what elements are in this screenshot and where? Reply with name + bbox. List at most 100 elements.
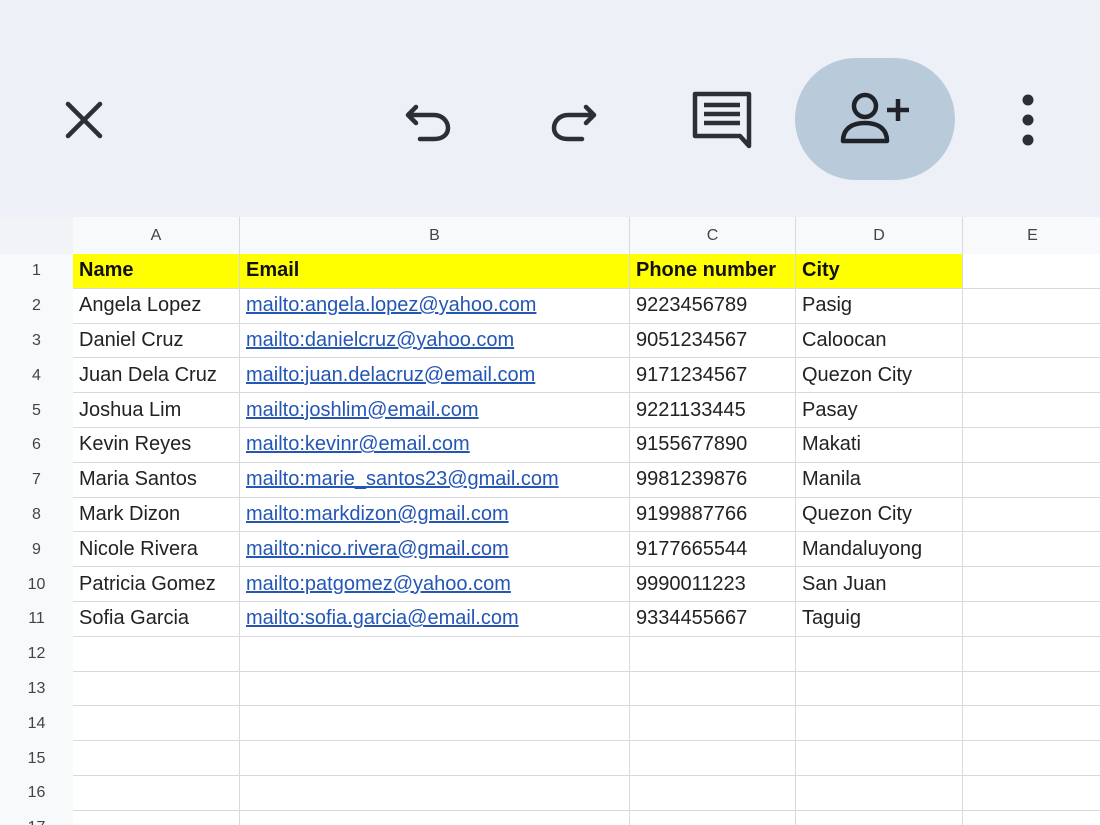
empty-cell[interactable]	[796, 636, 963, 672]
row-header-10[interactable]: 10	[0, 567, 73, 602]
empty-cell[interactable]	[73, 776, 240, 811]
empty-cell[interactable]	[963, 741, 1100, 776]
cell-name[interactable]: Angela Lopez	[73, 288, 240, 324]
comment-button[interactable]	[686, 84, 758, 156]
email-link[interactable]: mailto:nico.rivera@gmail.com	[246, 538, 509, 561]
empty-cell[interactable]	[963, 463, 1100, 498]
more-options-button[interactable]	[1004, 90, 1052, 150]
email-link[interactable]: mailto:danielcruz@yahoo.com	[246, 329, 514, 352]
cell-phone[interactable]: 9221133445	[630, 393, 796, 428]
column-header-e[interactable]: E	[963, 217, 1100, 254]
empty-cell[interactable]	[240, 706, 630, 742]
empty-cell[interactable]	[240, 636, 630, 672]
cell-name[interactable]: Patricia Gomez	[73, 567, 240, 602]
cell-phone[interactable]: 9155677890	[630, 428, 796, 463]
email-link[interactable]: mailto:marie_santos23@gmail.com	[246, 468, 559, 491]
empty-cell[interactable]	[796, 741, 963, 776]
empty-cell[interactable]	[963, 811, 1100, 825]
column-header-a[interactable]: A	[73, 217, 240, 254]
cell-email[interactable]: mailto:joshlim@email.com	[240, 393, 630, 428]
cell-name[interactable]: Sofia Garcia	[73, 602, 240, 637]
redo-button[interactable]	[544, 90, 604, 150]
empty-cell[interactable]	[240, 671, 630, 707]
row-header-15[interactable]: 15	[0, 741, 73, 776]
cell-email[interactable]: mailto:angela.lopez@yahoo.com	[240, 288, 630, 324]
row-header-3[interactable]: 3	[0, 323, 73, 359]
header-cell-email[interactable]: Email	[240, 254, 630, 289]
cell-phone[interactable]: 9177665544	[630, 532, 796, 568]
empty-cell[interactable]	[796, 706, 963, 742]
empty-cell[interactable]	[240, 776, 630, 811]
undo-button[interactable]	[398, 90, 458, 150]
row-header-11[interactable]: 11	[0, 602, 73, 637]
cell-phone[interactable]: 9223456789	[630, 288, 796, 324]
empty-cell[interactable]	[796, 810, 963, 825]
row-header-1[interactable]: 1	[0, 254, 73, 289]
cell-email[interactable]: mailto:juan.delacruz@email.com	[240, 358, 630, 394]
empty-cell[interactable]	[963, 637, 1100, 672]
empty-cell[interactable]	[963, 428, 1100, 463]
cell-name[interactable]: Nicole Rivera	[73, 532, 240, 568]
row-header-6[interactable]: 6	[0, 428, 73, 463]
cell-phone[interactable]: 9171234567	[630, 358, 796, 394]
empty-cell[interactable]	[963, 706, 1100, 742]
empty-cell[interactable]	[796, 671, 963, 707]
row-header-5[interactable]: 5	[0, 393, 73, 428]
cell-email[interactable]: mailto:sofia.garcia@email.com	[240, 602, 630, 637]
cell-name[interactable]: Juan Dela Cruz	[73, 358, 240, 394]
column-header-b[interactable]: B	[240, 217, 630, 254]
row-header-16[interactable]: 16	[0, 776, 73, 811]
cell-phone[interactable]: 9981239876	[630, 462, 796, 498]
empty-cell[interactable]	[963, 498, 1100, 533]
row-header-12[interactable]: 12	[0, 636, 73, 672]
cell-email[interactable]: mailto:markdizon@gmail.com	[240, 497, 630, 533]
cell-city[interactable]: San Juan	[796, 567, 963, 602]
email-link[interactable]: mailto:joshlim@email.com	[246, 399, 479, 422]
empty-cell[interactable]	[963, 776, 1100, 811]
row-header-9[interactable]: 9	[0, 532, 73, 568]
email-link[interactable]: mailto:kevinr@email.com	[246, 433, 470, 456]
row-header-4[interactable]: 4	[0, 358, 73, 394]
cell-city[interactable]: Mandaluyong	[796, 532, 963, 568]
row-header-17[interactable]: 17	[0, 810, 73, 825]
cell-name[interactable]: Mark Dizon	[73, 497, 240, 533]
header-cell-phone[interactable]: Phone number	[630, 254, 796, 289]
cell-phone[interactable]: 9334455667	[630, 602, 796, 637]
cell-email[interactable]: mailto:danielcruz@yahoo.com	[240, 323, 630, 359]
select-all-corner[interactable]	[0, 217, 73, 254]
cell-city[interactable]: Pasay	[796, 393, 963, 428]
cell-phone[interactable]: 9990011223	[630, 567, 796, 602]
cell-city[interactable]: Manila	[796, 462, 963, 498]
empty-cell[interactable]	[963, 602, 1100, 637]
row-header-14[interactable]: 14	[0, 706, 73, 742]
empty-cell[interactable]	[73, 741, 240, 776]
empty-cell[interactable]	[963, 289, 1100, 324]
cell-email[interactable]: mailto:patgomez@yahoo.com	[240, 567, 630, 602]
cell-name[interactable]: Kevin Reyes	[73, 428, 240, 463]
column-header-c[interactable]: C	[630, 217, 796, 254]
cell-email[interactable]: mailto:kevinr@email.com	[240, 428, 630, 463]
email-link[interactable]: mailto:sofia.garcia@email.com	[246, 607, 519, 630]
empty-cell[interactable]	[963, 393, 1100, 428]
empty-cell[interactable]	[630, 776, 796, 811]
cell-phone[interactable]: 9199887766	[630, 497, 796, 533]
row-header-8[interactable]: 8	[0, 497, 73, 533]
empty-cell[interactable]	[73, 810, 240, 825]
empty-cell[interactable]	[630, 671, 796, 707]
column-header-d[interactable]: D	[796, 217, 963, 254]
empty-cell[interactable]	[796, 776, 963, 811]
email-link[interactable]: mailto:juan.delacruz@email.com	[246, 364, 535, 387]
empty-cell[interactable]	[963, 672, 1100, 707]
cell-email[interactable]: mailto:nico.rivera@gmail.com	[240, 532, 630, 568]
cell-name[interactable]: Daniel Cruz	[73, 323, 240, 359]
empty-cell[interactable]	[963, 532, 1100, 568]
empty-cell[interactable]	[73, 671, 240, 707]
email-link[interactable]: mailto:markdizon@gmail.com	[246, 503, 509, 526]
empty-cell[interactable]	[963, 254, 1100, 289]
empty-cell[interactable]	[630, 636, 796, 672]
empty-cell[interactable]	[630, 741, 796, 776]
empty-cell[interactable]	[630, 706, 796, 742]
empty-cell[interactable]	[240, 810, 630, 825]
empty-cell[interactable]	[73, 636, 240, 672]
cell-city[interactable]: Makati	[796, 428, 963, 463]
